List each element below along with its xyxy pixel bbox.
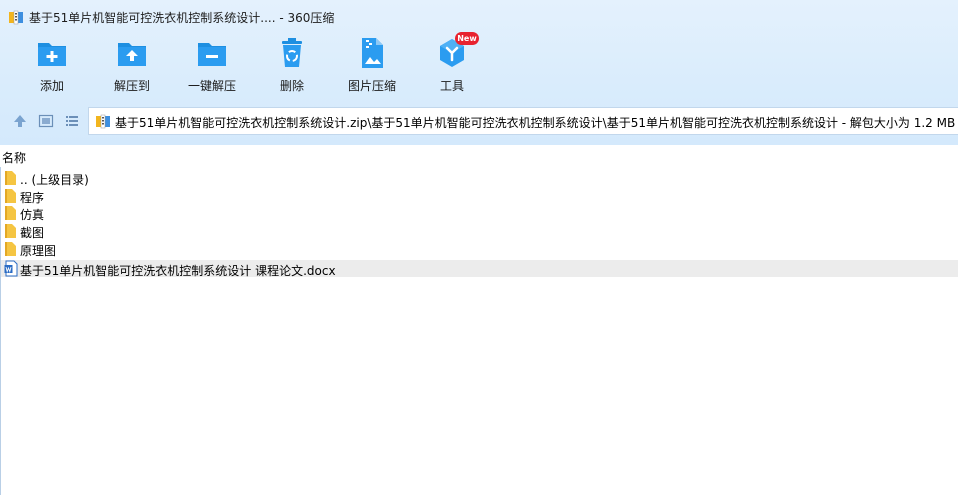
list-item-label: 基于51单片机智能可控洗衣机控制系统设计 课程论文.docx: [20, 264, 336, 278]
folder-icon: [5, 224, 16, 238]
list-item-folder[interactable]: 仿真: [1, 204, 958, 222]
file-list: 名称 .. (上级目录) 程序 仿真 截图 原理图 基于51单片机智能可控洗衣机…: [0, 145, 958, 495]
folder-icon: [5, 206, 16, 220]
delete-label: 删除: [279, 79, 304, 93]
thumbnail-view-icon[interactable]: [38, 113, 54, 129]
one-click-extract-icon: [198, 43, 226, 66]
header-area: 基于51单片机智能可控洗衣机控制系统设计.... - 360压缩 添加 解压到: [0, 0, 958, 145]
zip-file-icon: [96, 114, 110, 129]
list-item-label: 原理图: [20, 244, 57, 258]
new-badge: New: [455, 32, 479, 45]
list-item-folder[interactable]: 原理图: [1, 240, 958, 258]
add-button[interactable]: 添加: [17, 36, 87, 94]
extract-to-button[interactable]: 解压到: [97, 36, 167, 94]
column-header-name[interactable]: 名称: [0, 145, 958, 167]
image-compress-label: 图片压缩: [347, 79, 396, 93]
tools-button[interactable]: New 工具: [417, 32, 487, 94]
add-label: 添加: [39, 79, 64, 93]
image-compress-icon: [362, 38, 383, 68]
path-text: 基于51单片机智能可控洗衣机控制系统设计.zip\基于51单片机智能可控洗衣机控…: [115, 116, 956, 130]
tools-label: 工具: [439, 79, 464, 93]
address-bar: 基于51单片机智能可控洗衣机控制系统设计.zip\基于51单片机智能可控洗衣机控…: [0, 106, 958, 136]
image-compress-button[interactable]: 图片压缩: [337, 36, 407, 94]
list-item-parent-dir[interactable]: .. (上级目录): [1, 169, 958, 187]
title-bar: 基于51单片机智能可控洗衣机控制系统设计.... - 360压缩: [0, 0, 958, 34]
list-item-label: .. (上级目录): [20, 173, 89, 187]
word-document-icon: [4, 260, 18, 277]
list-item-folder[interactable]: 截图: [1, 222, 958, 240]
extract-to-label: 解压到: [113, 79, 150, 93]
list-item-folder[interactable]: 程序: [1, 187, 958, 205]
list-item-label: 仿真: [20, 208, 45, 222]
window-title: 基于51单片机智能可控洗衣机控制系统设计.... - 360压缩: [29, 11, 335, 25]
path-field[interactable]: 基于51单片机智能可控洗衣机控制系统设计.zip\基于51单片机智能可控洗衣机控…: [88, 107, 958, 135]
add-icon: [38, 43, 66, 66]
one-click-extract-label: 一键解压: [187, 79, 236, 93]
column-name-label: 名称: [2, 151, 27, 165]
folder-icon: [5, 242, 16, 256]
one-click-extract-button[interactable]: 一键解压: [177, 36, 247, 94]
extract-to-icon: [118, 43, 146, 66]
folder-icon: [5, 171, 16, 185]
recycle-delete-icon: [282, 38, 302, 67]
list-item-file[interactable]: 基于51单片机智能可控洗衣机控制系统设计 课程论文.docx: [1, 260, 958, 278]
toolbar: 添加 解压到 一键解压 删除 图片压缩 New 工具: [0, 32, 958, 98]
archive-logo-icon: [9, 10, 23, 25]
delete-button[interactable]: 删除: [257, 36, 327, 94]
up-arrow-icon[interactable]: [12, 113, 28, 129]
list-item-label: 截图: [20, 226, 45, 240]
folder-icon: [5, 189, 16, 203]
list-view-icon[interactable]: [64, 113, 80, 129]
